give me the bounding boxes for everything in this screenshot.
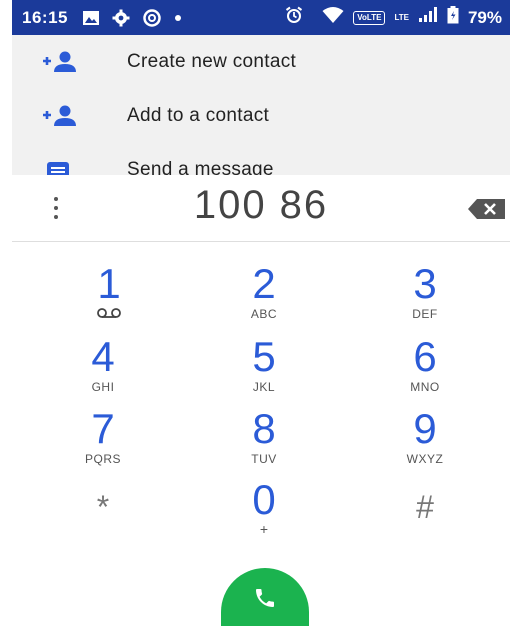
key-2[interactable]: 2 ABC — [209, 262, 319, 332]
call-button[interactable] — [221, 568, 309, 626]
suggestion-label: Create new contact — [127, 51, 297, 72]
status-bar: 16:15 VoLTE LTE 79% — [12, 0, 510, 35]
key-digit: 3 — [413, 260, 437, 307]
add-person-icon — [42, 50, 82, 74]
data-saver-icon — [142, 8, 162, 28]
key-digit: 9 — [413, 405, 437, 452]
key-0[interactable]: 0 + — [209, 478, 319, 548]
key-digit: 0 — [252, 476, 276, 523]
status-time: 16:15 — [22, 7, 68, 27]
key-digit: 8 — [252, 405, 276, 452]
key-7[interactable]: 7 PQRS — [48, 407, 158, 477]
key-6[interactable]: 6 MNO — [370, 335, 480, 405]
dialed-number-bar: 100 86 — [12, 175, 510, 242]
key-4[interactable]: 4 GHI — [48, 335, 158, 405]
status-right: VoLTE LTE 79% — [285, 6, 502, 29]
key-letters: DEF — [412, 307, 438, 321]
key-letters: JKL — [252, 380, 276, 394]
signal-icon — [418, 7, 438, 28]
key-5[interactable]: 5 JKL — [209, 335, 319, 405]
key-digit: 2 — [252, 260, 276, 307]
alarm-icon — [285, 6, 303, 29]
key-digit: 4 — [91, 333, 115, 380]
backspace-icon[interactable] — [467, 198, 507, 225]
key-digit: 5 — [252, 333, 276, 380]
create-new-contact-item[interactable]: Create new contact — [12, 35, 510, 89]
key-symbol: # — [416, 489, 434, 525]
key-3[interactable]: 3 DEF — [370, 262, 480, 332]
lte-label: LTE — [394, 12, 409, 22]
key-digit: 6 — [413, 333, 437, 380]
dialer-screen: 16:15 VoLTE LTE 79% Create new contact A… — [0, 0, 510, 626]
add-person-icon — [42, 104, 82, 128]
key-star[interactable]: * — [48, 485, 158, 555]
key-symbol: * — [96, 489, 110, 525]
key-digit: 7 — [91, 405, 115, 452]
suggestion-label: Add to a contact — [127, 105, 270, 126]
suggestion-list: Create new contact Add to a contact Send… — [12, 35, 510, 175]
volte-icon: VoLTE — [353, 10, 386, 25]
key-letters: PQRS — [84, 452, 121, 466]
key-letters: ABC — [250, 307, 278, 321]
key-letters: GHI — [91, 380, 115, 394]
key-8[interactable]: 8 TUV — [209, 407, 319, 477]
key-letters: TUV — [251, 452, 277, 466]
battery-percent: 79% — [467, 7, 502, 27]
wifi-icon — [322, 6, 344, 29]
phone-icon — [253, 586, 277, 615]
send-message-item[interactable]: Send a message — [12, 143, 510, 175]
key-letters: WXYZ — [406, 452, 444, 466]
key-hash[interactable]: # — [370, 485, 480, 555]
add-to-contact-item[interactable]: Add to a contact — [12, 89, 510, 143]
key-1[interactable]: 1 — [54, 262, 164, 332]
message-icon — [42, 158, 82, 175]
gear-icon — [112, 9, 130, 27]
dialed-number[interactable]: 100 86 — [12, 183, 510, 228]
key-digit: 1 — [97, 260, 121, 307]
key-letters: MNO — [410, 380, 440, 394]
battery-icon — [447, 6, 459, 29]
voicemail-icon — [96, 306, 122, 324]
key-9[interactable]: 9 WXYZ — [370, 407, 480, 477]
suggestion-label: Send a message — [127, 159, 274, 175]
dot-icon — [174, 14, 182, 22]
key-letters: + — [259, 521, 269, 537]
image-icon — [82, 10, 100, 26]
